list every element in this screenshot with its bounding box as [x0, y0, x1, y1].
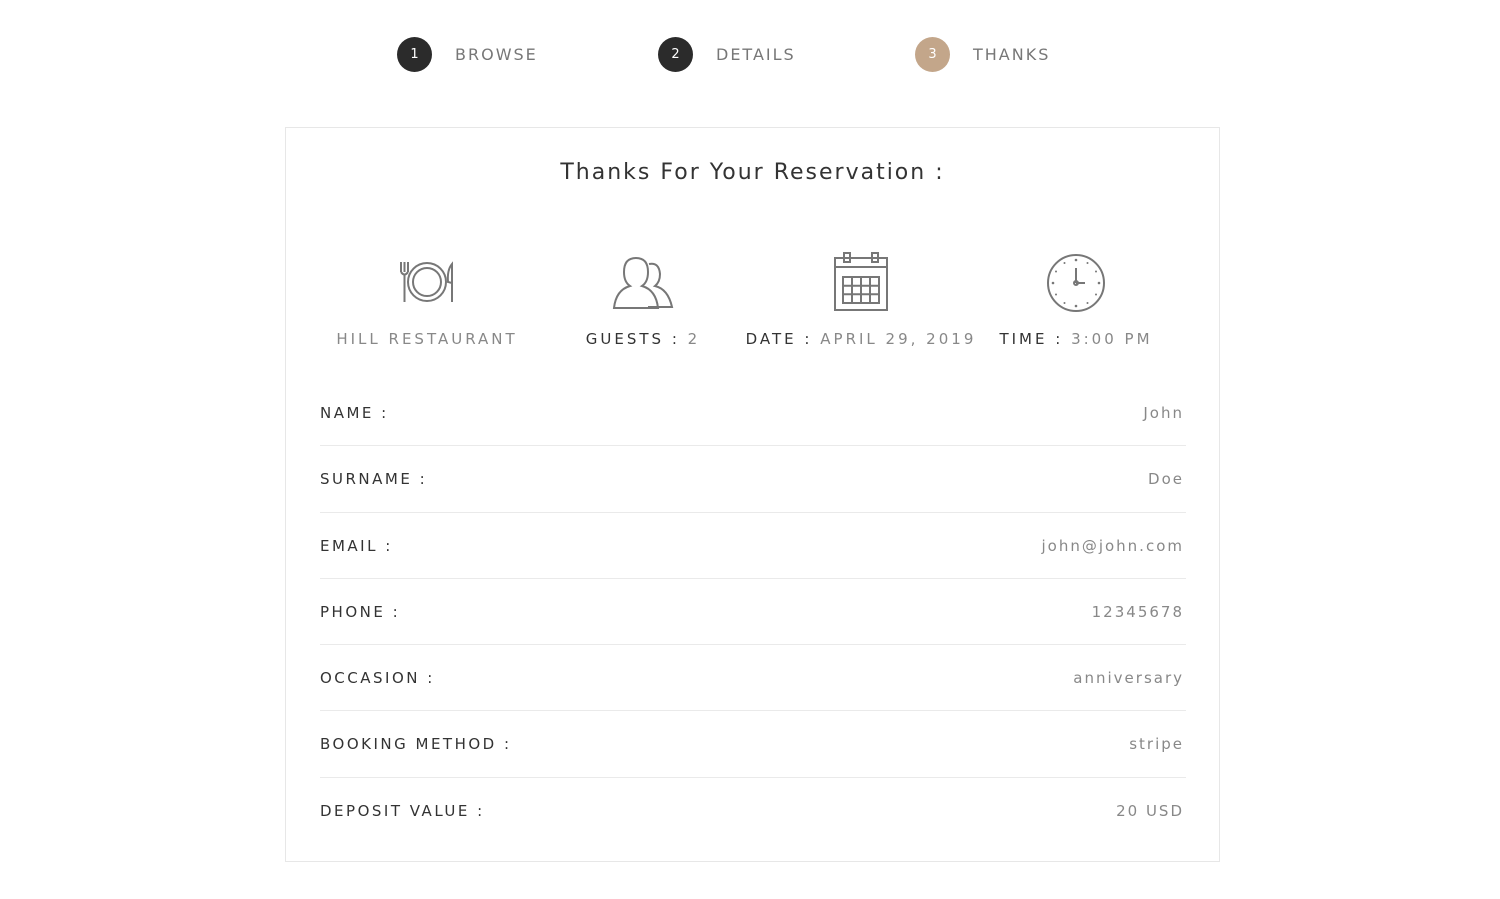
restaurant-summary: HILL RESTAURANT	[307, 252, 547, 348]
date-value: APRIL 29, 2019	[820, 330, 977, 348]
detail-row-occasion: OCCASION : anniversary	[320, 645, 1186, 712]
detail-label: EMAIL :	[320, 536, 393, 555]
users-icon	[612, 256, 674, 309]
reservation-summary-card: Thanks For Your Reservation : HILL RESTA…	[285, 127, 1220, 862]
step-label: THANKS	[973, 44, 1051, 64]
time-value: 3:00 PM	[1071, 330, 1153, 348]
detail-row-surname: SURNAME : Doe	[320, 446, 1186, 513]
clock-icon	[1047, 254, 1105, 312]
detail-value: john@john.com	[1041, 536, 1184, 555]
time-summary: TIME : 3:00 PM	[956, 252, 1196, 348]
plate-cutlery-icon	[400, 261, 453, 302]
guests-label: GUESTS :	[585, 330, 680, 348]
detail-value: 20 USD	[1116, 801, 1184, 820]
detail-label: OCCASION :	[320, 669, 435, 688]
restaurant-name: HILL RESTAURANT	[336, 330, 518, 348]
step-label: BROWSE	[455, 44, 538, 64]
step-browse[interactable]: 1 BROWSE	[397, 36, 538, 72]
detail-value: Doe	[1148, 470, 1184, 489]
calendar-icon	[834, 252, 888, 311]
detail-label: PHONE :	[320, 602, 401, 621]
time-label: TIME :	[999, 330, 1064, 348]
step-label: DETAILS	[716, 44, 796, 64]
detail-label: BOOKING METHOD :	[320, 735, 512, 754]
step-number-badge: 3	[915, 36, 950, 72]
detail-label: DEPOSIT VALUE :	[320, 801, 485, 820]
detail-value: 12345678	[1091, 602, 1184, 621]
step-number-badge: 1	[397, 36, 432, 72]
date-summary: DATE : APRIL 29, 2019	[741, 252, 981, 348]
page-title: Thanks For Your Reservation :	[560, 160, 945, 185]
guests-value: 2	[687, 330, 701, 348]
detail-label: NAME :	[320, 404, 389, 422]
detail-value: John	[1143, 404, 1184, 422]
detail-row-deposit-value: DEPOSIT VALUE : 20 USD	[320, 778, 1186, 844]
detail-row-email: EMAIL : john@john.com	[320, 513, 1186, 579]
reservation-overview: HILL RESTAURANT GUESTS : 2 DATE: APRIL …	[286, 252, 1219, 352]
step-thanks[interactable]: 3 THANKS	[915, 36, 1050, 72]
detail-value: anniversary	[1073, 669, 1184, 688]
detail-row-booking-method: BOOKING METHOD : stripe	[320, 711, 1186, 778]
detail-label: SURNAME :	[320, 470, 428, 489]
progress-steps: 1 BROWSE 2 DETAILS 3 THANKS	[0, 36, 1500, 72]
date-label: DATE :	[745, 330, 813, 348]
guests-summary: GUESTS : 2	[523, 252, 763, 348]
detail-value: stripe	[1129, 735, 1184, 754]
detail-row-name: NAME : John	[320, 380, 1186, 447]
detail-row-phone: PHONE : 12345678	[320, 579, 1186, 646]
step-details[interactable]: 2 DETAILS	[658, 36, 796, 72]
step-number-badge: 2	[658, 36, 693, 72]
reservation-details-list: NAME : John SURNAME : Doe EMAIL : john@j…	[320, 380, 1186, 844]
